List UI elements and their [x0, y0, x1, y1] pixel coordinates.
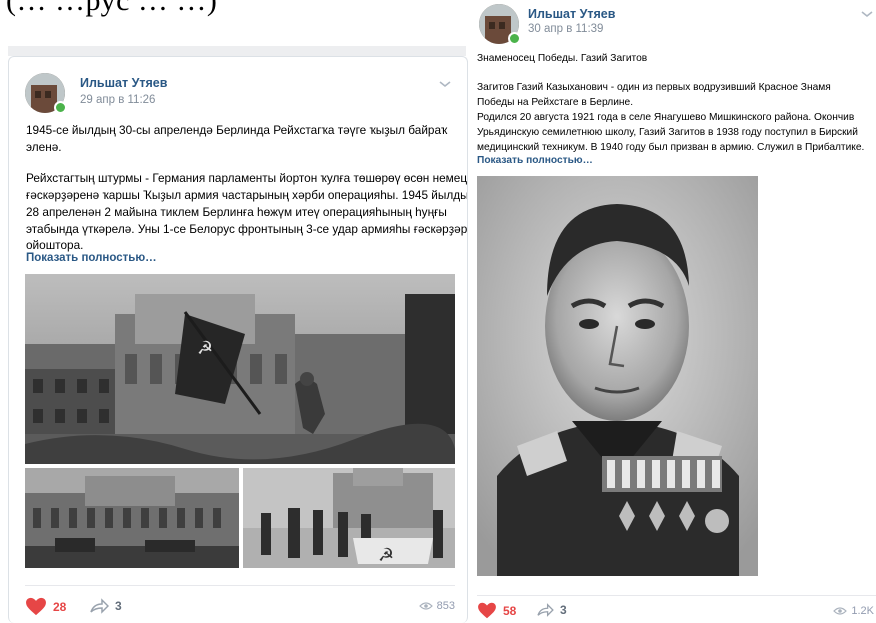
eye-icon: [833, 607, 848, 615]
share-arrow-icon: [90, 598, 109, 614]
top-caption-fragment: (… …рус … …): [6, 0, 218, 17]
post-text-line: медицинский техникум. В 1940 году был пр…: [477, 142, 865, 153]
show-more-link[interactable]: Показать полностью…: [477, 155, 593, 166]
show-more-link[interactable]: Показать полностью…: [26, 252, 157, 264]
eye-icon: [418, 602, 433, 610]
post-title: Знаменосец Победы. Газий Загитов: [477, 53, 648, 64]
chevron-down-icon[interactable]: [860, 9, 874, 19]
heart-icon: [26, 597, 46, 616]
reichstag-flag-photo: ☭: [25, 274, 455, 464]
reichstag-ruins-photo: [25, 468, 239, 568]
online-indicator: [54, 101, 67, 114]
post-author[interactable]: Ильшат Утяев: [528, 7, 615, 21]
like-count: 58: [503, 603, 517, 618]
footer-divider: [477, 595, 876, 596]
chevron-down-icon[interactable]: [438, 79, 452, 89]
avatar[interactable]: [25, 73, 67, 114]
feed-separator: [8, 46, 466, 56]
post-text-line: Родился 20 августа 1921 года в селе Янаг…: [477, 112, 855, 123]
post-card-right: Ильшат Утяев 30 апр в 11:39 Знаменосец П…: [470, 0, 876, 622]
views-counter: 853: [418, 600, 455, 612]
post-text-line: 28 апреленән 2 майына тиклем Берлинға һө…: [26, 205, 447, 219]
share-arrow-icon: [537, 603, 554, 617]
avatar[interactable]: [479, 4, 521, 45]
share-count: 3: [115, 599, 122, 613]
share-count: 3: [560, 603, 567, 617]
post-text-line: ғәскәрҙәренә ҡаршы Ҡыҙыл армия частарыны…: [26, 188, 468, 202]
soldier-portrait-photo: [477, 176, 758, 576]
like-button[interactable]: 58: [477, 602, 516, 619]
svg-text:☭: ☭: [378, 545, 394, 566]
online-indicator: [508, 32, 521, 45]
like-count: 28: [53, 599, 67, 614]
post-text-paragraph-1: 1945-се йылдың 30-сы апрелендә Берлинда …: [26, 123, 448, 154]
share-button[interactable]: 3: [89, 598, 122, 614]
post-photo-main[interactable]: ☭: [25, 274, 455, 464]
post-text-line: этабында үткәрелә. Уны 1-се Белорус фрон…: [26, 222, 468, 236]
footer-divider: [25, 585, 455, 586]
post-photo-reichstag-ruins[interactable]: [25, 468, 239, 568]
post-text-line: Урьядинскую семилетнюю школу, Газий Заги…: [477, 127, 858, 138]
svg-text:☭: ☭: [197, 338, 213, 359]
like-button[interactable]: 28: [25, 597, 66, 616]
post-text-line: Рейхстагтың штурмы - Германия парламенты…: [26, 171, 468, 185]
post-photo-portrait[interactable]: [477, 176, 758, 576]
share-button[interactable]: 3: [536, 603, 567, 617]
post-text-line: Загитов Газий Казыханович - один из перв…: [477, 82, 831, 93]
views-counter: 1.2K: [833, 605, 874, 617]
views-count: 853: [436, 600, 455, 612]
post-date[interactable]: 29 апр в 11:26: [80, 94, 155, 106]
soldiers-flag-photo: ☭: [243, 468, 455, 568]
post-author[interactable]: Ильшат Утяев: [80, 76, 167, 90]
post-text-line: Победы на Рейхстаге в Берлине.: [477, 97, 634, 108]
heart-icon: [478, 602, 496, 619]
post-card-left: Ильшат Утяев 29 апр в 11:26 1945-се йылд…: [8, 56, 468, 623]
post-photo-parade[interactable]: ☭: [243, 468, 455, 568]
post-date[interactable]: 30 апр в 11:39: [528, 23, 603, 35]
views-count: 1.2K: [851, 605, 874, 617]
